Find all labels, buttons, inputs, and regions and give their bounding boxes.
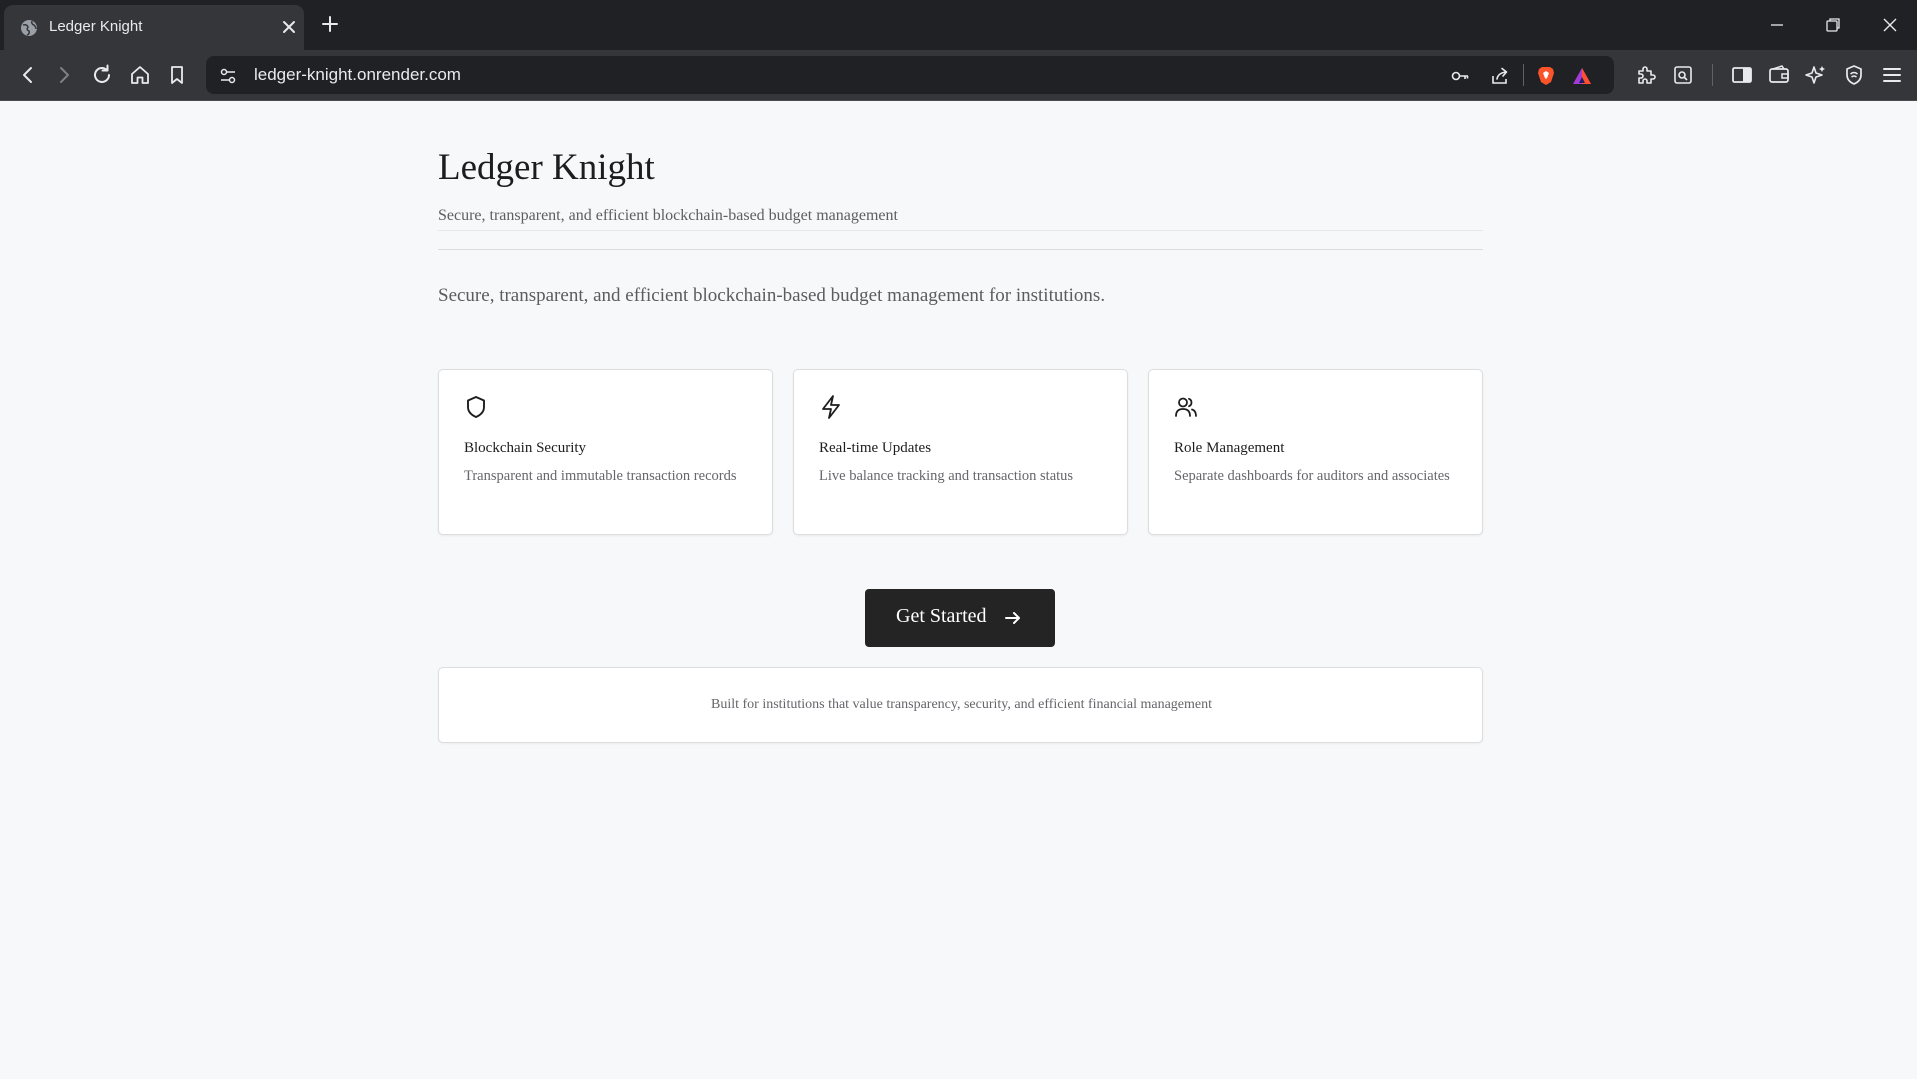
url-text[interactable]: ledger-knight.onrender.com <box>254 65 461 85</box>
users-icon <box>1175 397 1197 417</box>
back-arrow-icon[interactable] <box>16 63 40 87</box>
browser-tab[interactable]: Ledger Knight <box>4 5 304 50</box>
get-started-button[interactable]: Get Started <box>865 589 1055 647</box>
key-icon[interactable] <box>1449 65 1471 87</box>
vpn-shield-icon[interactable] <box>1842 63 1866 87</box>
browser-toolbar: ledger-knight.onrender.com <box>0 50 1917 101</box>
feature-card-real-time-updates: Real-time Updates Live balance tracking … <box>793 369 1128 535</box>
feature-description: Transparent and immutable transaction re… <box>464 468 737 484</box>
plus-icon[interactable] <box>320 14 340 34</box>
address-bar[interactable]: ledger-knight.onrender.com <box>206 56 1614 94</box>
page-title: Ledger Knight <box>438 147 655 188</box>
feature-description: Separate dashboards for auditors and ass… <box>1174 468 1450 484</box>
feature-title: Real-time Updates <box>819 440 932 456</box>
sidebar-icon[interactable] <box>1730 63 1754 87</box>
reload-icon[interactable] <box>90 63 114 87</box>
brave-shields-icon[interactable] <box>1535 65 1557 87</box>
shield-icon <box>467 396 485 418</box>
info-banner: Built for institutions that value transp… <box>438 667 1483 743</box>
tune-icon[interactable] <box>217 65 239 87</box>
bookmark-icon[interactable] <box>165 63 189 87</box>
feature-description: Live balance tracking and transaction st… <box>819 468 1074 484</box>
restore-icon[interactable] <box>1823 15 1843 35</box>
share-icon[interactable] <box>1489 65 1511 87</box>
close-icon[interactable] <box>279 17 299 37</box>
get-started-label: Get Started <box>896 605 987 627</box>
lead-text: Secure, transparent, and efficient block… <box>438 285 1106 306</box>
puzzle-icon[interactable] <box>1634 63 1658 87</box>
info-banner-text: Built for institutions that value transp… <box>711 697 1212 712</box>
page-content: Ledger Knight Secure, transparent, and e… <box>0 101 1917 1079</box>
minimize-icon[interactable] <box>1767 15 1787 35</box>
browser-tab-bar: Ledger Knight <box>0 0 1917 50</box>
feature-title: Role Management <box>1174 440 1285 456</box>
wallet-icon[interactable] <box>1767 63 1791 87</box>
brave-rewards-icon[interactable] <box>1571 65 1593 87</box>
feature-card-blockchain-security: Blockchain Security Transparent and immu… <box>438 369 773 535</box>
feature-card-role-management: Role Management Separate dashboards for … <box>1148 369 1483 535</box>
window-close-icon[interactable] <box>1880 15 1900 35</box>
sparkle-icon[interactable] <box>1804 63 1828 87</box>
tab-title: Ledger Knight <box>49 18 143 35</box>
arrow-right-icon <box>1005 612 1020 624</box>
globe-icon <box>21 20 37 36</box>
hamburger-menu-icon[interactable] <box>1880 63 1904 87</box>
reader-mode-icon[interactable] <box>1671 63 1695 87</box>
lightning-icon <box>822 395 840 419</box>
page-subtitle: Secure, transparent, and efficient block… <box>438 207 898 224</box>
forward-arrow-icon[interactable] <box>52 63 76 87</box>
feature-title: Blockchain Security <box>464 440 587 456</box>
divider <box>438 230 1483 231</box>
home-icon[interactable] <box>128 63 152 87</box>
divider <box>438 249 1483 250</box>
